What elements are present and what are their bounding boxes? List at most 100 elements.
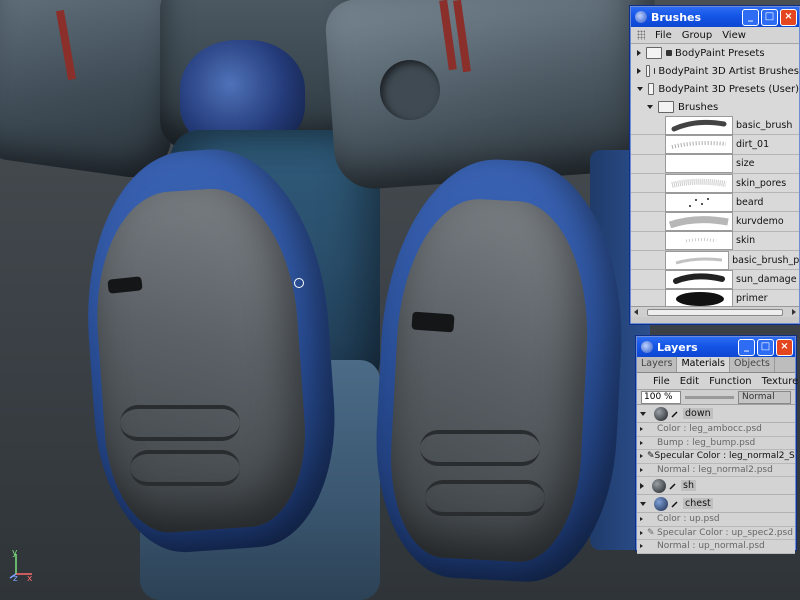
axis-y-label: y [12, 548, 18, 558]
collapse-arrow-icon[interactable] [647, 105, 653, 109]
channel-row[interactable]: Color : leg_ambocc.psd [637, 423, 795, 437]
close-button[interactable]: × [776, 339, 793, 356]
tree-item-artist-brushes[interactable]: BodyPaint 3D Artist Brushes [631, 62, 799, 80]
brush-name: dirt_01 [736, 138, 770, 150]
lock-icon [666, 50, 672, 56]
expand-arrow-icon[interactable] [637, 50, 641, 56]
folder-icon [646, 47, 662, 59]
brush-item[interactable]: skin_pores [631, 173, 799, 194]
expand-arrow-icon[interactable] [640, 530, 643, 535]
menu-function[interactable]: Function [709, 376, 752, 387]
brush-name: sun_damage [736, 274, 797, 286]
menu-file[interactable]: File [653, 376, 670, 387]
expand-arrow-icon[interactable] [640, 544, 643, 549]
collapse-arrow-icon[interactable] [640, 411, 646, 416]
horizontal-scrollbar[interactable] [631, 306, 799, 317]
material-row-down[interactable]: down [637, 405, 795, 423]
layers-title: Layers [657, 340, 698, 354]
material-row-sh[interactable]: sh [637, 477, 795, 495]
brush-item[interactable]: basic_brush [631, 115, 799, 136]
folder-icon [648, 83, 655, 95]
layers-tabs: Layers Materials Objects [637, 357, 795, 373]
tree-item-bodypaint-presets[interactable]: BodyPaint Presets [631, 44, 799, 62]
channel-row[interactable]: ✎ Specular Color : up_spec2.psd [637, 527, 795, 540]
expand-arrow-icon[interactable] [640, 482, 644, 489]
lock-icon [654, 68, 656, 74]
paint-brush-icon[interactable] [671, 500, 679, 508]
tree-item-user-presets[interactable]: BodyPaint 3D Presets (User) [631, 80, 799, 98]
menu-edit[interactable]: Edit [680, 376, 699, 387]
brush-preview [665, 231, 733, 251]
layers-window[interactable]: Layers _ □ × Layers Materials Objects Fi… [636, 336, 799, 554]
channel-label: Specular Color : up_spec2.psd [657, 527, 793, 538]
material-list: down Color : leg_ambocc.psd Bump : leg_b… [637, 405, 795, 554]
expand-arrow-icon[interactable] [640, 427, 643, 432]
close-button[interactable]: × [780, 9, 797, 26]
maximize-button[interactable]: □ [757, 339, 774, 356]
expand-arrow-icon[interactable] [640, 454, 643, 459]
expand-arrow-icon[interactable] [640, 467, 643, 472]
brush-name: basic_brush [736, 119, 793, 131]
menu-file[interactable]: File [655, 30, 672, 41]
scroll-thumb[interactable] [647, 309, 783, 316]
paint-brush-icon[interactable]: ✎ [647, 528, 657, 538]
expand-arrow-icon[interactable] [640, 517, 643, 522]
brush-name: kurvdemo [736, 216, 784, 228]
channel-row[interactable]: Color : up.psd [637, 513, 795, 527]
expand-arrow-icon[interactable] [637, 68, 641, 74]
brush-item[interactable]: size [631, 154, 799, 174]
blend-mode-select[interactable]: Normal [738, 390, 791, 404]
brushes-titlebar[interactable]: Brushes _ □ × [631, 7, 799, 27]
minimize-button[interactable]: _ [742, 9, 759, 26]
menu-group[interactable]: Group [682, 30, 712, 41]
material-name: chest [683, 498, 713, 509]
brush-preview [665, 289, 733, 306]
brush-item[interactable]: beard [631, 192, 799, 213]
brush-item[interactable]: kurvdemo [631, 212, 799, 232]
paint-brush-icon[interactable] [669, 482, 677, 490]
brush-preview [665, 212, 733, 232]
minimize-button[interactable]: _ [738, 339, 755, 356]
brush-name: primer [736, 293, 768, 305]
channel-label: Specular Color : leg_normal2_SPE [654, 451, 795, 462]
channel-label: Color : up.psd [657, 514, 720, 525]
brush-preview [665, 173, 733, 193]
tab-objects[interactable]: Objects [730, 357, 775, 372]
channel-row[interactable]: Normal : leg_normal2.psd [637, 464, 795, 477]
paint-brush-icon[interactable]: ✎ [647, 451, 655, 461]
menu-view[interactable]: View [722, 30, 746, 41]
scroll-right-icon[interactable] [792, 309, 796, 315]
brush-item[interactable]: sun_damage [631, 270, 799, 290]
collapse-arrow-icon[interactable] [640, 501, 646, 506]
brush-item[interactable]: dirt_01 [631, 134, 799, 155]
zoom-slider[interactable] [685, 395, 734, 399]
tab-materials[interactable]: Materials [677, 357, 730, 372]
collapse-arrow-icon[interactable] [637, 87, 643, 91]
folder-icon [646, 65, 651, 77]
channel-label: Normal : up_normal.psd [657, 541, 765, 552]
paint-brush-icon[interactable] [671, 410, 679, 418]
scroll-left-icon[interactable] [634, 309, 638, 315]
brushes-title: Brushes [651, 10, 702, 24]
brushes-window[interactable]: Brushes _ □ × File Group View BodyPaint … [630, 6, 800, 324]
expand-arrow-icon[interactable] [640, 440, 643, 445]
material-name: sh [681, 480, 696, 491]
layers-titlebar[interactable]: Layers _ □ × [637, 337, 795, 357]
brush-item[interactable]: basic_brush_pr [631, 250, 799, 271]
material-row-chest[interactable]: chest [637, 495, 795, 513]
brush-item[interactable]: skin [631, 231, 799, 252]
brush-cursor-icon [294, 278, 304, 288]
maximize-button[interactable]: □ [761, 9, 778, 26]
tree-item-brushes-folder[interactable]: Brushes [631, 98, 799, 116]
zoom-field[interactable]: 100 % [641, 390, 681, 404]
channel-row[interactable]: Normal : up_normal.psd [637, 540, 795, 554]
channel-row[interactable]: ✎ Specular Color : leg_normal2_SPE [637, 450, 795, 464]
brush-item[interactable]: primer [631, 289, 799, 306]
material-sphere-icon [654, 406, 668, 421]
tab-layers[interactable]: Layers [637, 357, 678, 372]
menu-texture[interactable]: Texture [762, 376, 799, 387]
brush-name: size [736, 158, 755, 170]
grip-icon[interactable] [637, 30, 645, 40]
material-sphere-icon [652, 478, 666, 493]
channel-row[interactable]: Bump : leg_bump.psd [637, 437, 795, 450]
